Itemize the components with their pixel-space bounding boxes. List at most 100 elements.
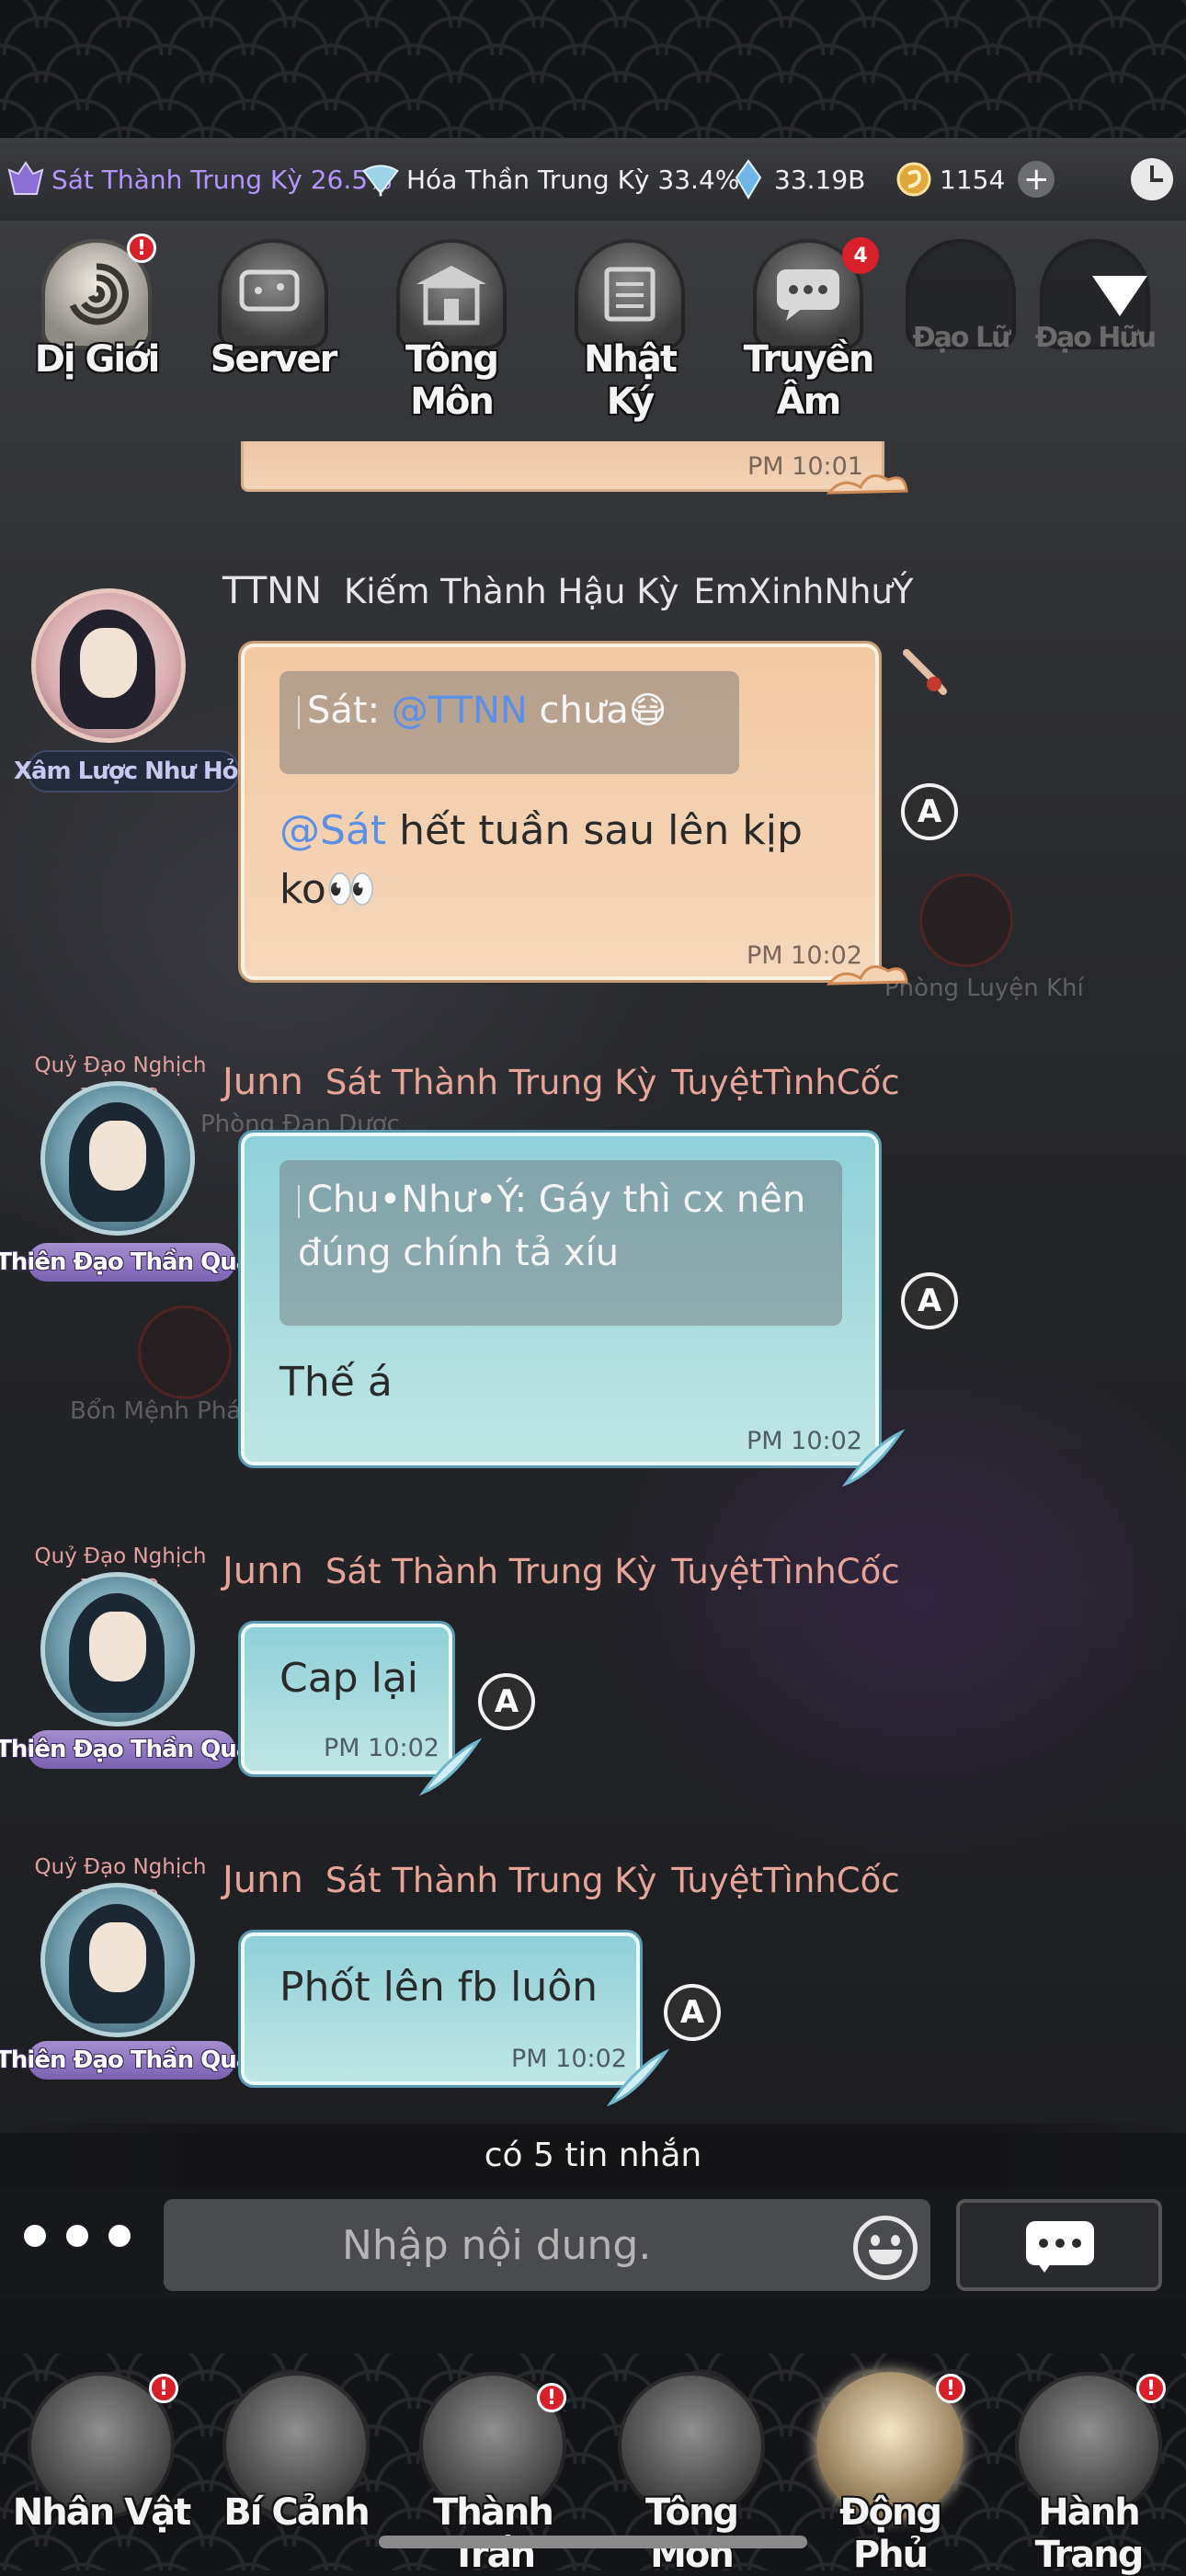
feather-ornament-icon [606, 2048, 670, 2107]
tab-nhat-ky[interactable]: Nhật Ký [561, 230, 699, 423]
notification-dot: ! [1136, 2374, 1166, 2403]
quote-mention[interactable]: @TTNN [392, 690, 528, 732]
chat-input-bar [0, 2188, 1186, 2298]
message-bubble-partial: PM 10:01 [241, 441, 884, 492]
message-text: Phốt lên fb luôn [279, 1964, 599, 2011]
quoted-reply[interactable]: Sát: @TTNN chưa😷 [279, 671, 739, 774]
tab-label: Truyền Âm [743, 338, 875, 423]
tab-label: Đạo Lữ [912, 322, 1011, 354]
sender-line: Junn Sát Thành Trung Kỳ TuyệtTìnhCốc [222, 1859, 900, 1901]
crystal-icon [728, 159, 769, 199]
emoji-icon[interactable] [853, 2216, 918, 2280]
more-options-button[interactable] [24, 2225, 131, 2247]
nav-label: Bí Cảnh [223, 2491, 370, 2534]
crystal-currency: 33.19B [728, 156, 865, 202]
avatar[interactable] [40, 1081, 195, 1236]
message-bubble[interactable]: Chu•Như•Ý: Gáy thì cx nên đúng chính tả … [241, 1133, 879, 1465]
avatar[interactable] [31, 588, 186, 743]
expand-triangle-icon[interactable] [1092, 276, 1147, 316]
message-bubble[interactable]: Phốt lên fb luôn PM 10:02 [241, 1932, 640, 2085]
coin-currency: 1154 + [894, 156, 1055, 202]
rank-progress-1: Sát Thành Trung Kỳ 26.5% [6, 156, 393, 202]
nav-label: Thành Trấn [433, 2491, 554, 2576]
sender-line: Junn Sát Thành Trung Kỳ TuyệtTìnhCốc [222, 1061, 900, 1103]
chat-input[interactable] [164, 2199, 930, 2291]
tab-dao-lu[interactable]: Đạo Lữ [892, 230, 1030, 386]
sender-line: TTNN Kiếm Thành Hậu Kỳ EmXinhNhưÝ [222, 570, 914, 612]
sender-rank: Sát Thành Trung Kỳ [325, 1063, 657, 1102]
feather-ornament-icon [841, 1429, 906, 1487]
vip-a-badge: A [901, 1272, 958, 1329]
send-button[interactable] [956, 2199, 1162, 2291]
nav-label: Động Phủ [838, 2491, 942, 2576]
sender-line: Junn Sát Thành Trung Kỳ TuyệtTìnhCốc [222, 1550, 900, 1592]
vip-a-badge: A [901, 783, 958, 840]
quote-bar [298, 696, 300, 729]
rank-progress-2-text: Hóa Thần Trung Kỳ 33.4% [406, 164, 740, 195]
feather-ornament-icon [418, 1738, 483, 1796]
quote-text: Chu•Như•Ý: Gáy thì cx nên đúng chính tả … [298, 1179, 806, 1274]
tab-truyen-am[interactable]: 4 Truyền Âm [739, 230, 879, 423]
home-indicator[interactable] [379, 2536, 807, 2548]
ghost-building-icon [919, 873, 1013, 967]
nav-label: Nhân Vật [12, 2491, 191, 2534]
tab-di-gioi[interactable]: ! Dị Giới [28, 230, 165, 386]
ghost-label-phong-luyen-khi: Phòng Luyện Khí [884, 975, 1084, 1002]
send-chat-icon [1026, 2221, 1094, 2273]
coin-amount: 1154 [940, 164, 1006, 195]
avatar[interactable] [40, 1572, 195, 1727]
sender-name[interactable]: Junn [222, 1859, 303, 1901]
tab-label: Server [210, 338, 338, 381]
tab-tong-mon[interactable]: Tông Môn [382, 230, 520, 423]
avatar-title-badge: Xâm Lược Như Hỏa [14, 750, 254, 792]
nav-bi-canh[interactable]: Bí Cảnh [204, 2363, 388, 2565]
sender-sect: EmXinhNhưÝ [693, 572, 914, 611]
avatar[interactable] [40, 1883, 195, 2037]
tab-server[interactable]: Server [204, 230, 342, 386]
clock-icon[interactable] [1131, 158, 1173, 200]
sender-sect: TuyệtTìnhCốc [671, 1861, 900, 1900]
fan-rank-icon [360, 159, 401, 199]
coin-icon [894, 159, 934, 199]
chat-bubbles-icon [218, 239, 328, 349]
temple-gate-icon [396, 239, 507, 349]
notification-dot: ! [936, 2374, 965, 2403]
nav-thanh-tran[interactable]: ! Thành Trấn [401, 2363, 585, 2576]
sender-sect: TuyệtTìnhCốc [671, 1063, 900, 1102]
unread-count-badge: 4 [842, 237, 879, 274]
sender-name[interactable]: TTNN [222, 570, 322, 612]
gourd-ornament-icon [903, 649, 947, 695]
nav-hanh-trang[interactable]: ! Hành Trang [997, 2363, 1180, 2576]
resource-status-bar: Sát Thành Trung Kỳ 26.5% Hóa Thần Trung … [0, 138, 1186, 221]
nav-tong-mon[interactable]: Tông Môn [599, 2363, 783, 2576]
sender-rank: Kiếm Thành Hậu Kỳ [344, 572, 679, 611]
ghost-label-ban-menh-phap: Bổn Mệnh Pháp [70, 1397, 257, 1425]
top-decoration [0, 0, 1186, 138]
nav-label: Hành Trang [1034, 2491, 1145, 2576]
message-text: @Sát hết tuần sau lên kịp ko👀 [279, 802, 831, 919]
message-bubble[interactable]: Sát: @TTNN chưa😷 @Sát hết tuần sau lên k… [241, 644, 879, 980]
add-coin-button[interactable]: + [1018, 161, 1055, 198]
rank-progress-2: Hóa Thần Trung Kỳ 33.4% [360, 156, 739, 202]
sender-sect: TuyệtTìnhCốc [671, 1552, 900, 1591]
notification-dot: ! [149, 2374, 178, 2403]
quoted-reply[interactable]: Chu•Như•Ý: Gáy thì cx nên đúng chính tả … [279, 1160, 842, 1326]
demon-rank-icon [6, 159, 46, 199]
scroll-icon [575, 239, 685, 349]
channel-tabs: ! Dị Giới Server Tông Môn Nhật Ký 4 Truy… [0, 221, 1186, 423]
sender-rank: Sát Thành Trung Kỳ [325, 1861, 657, 1900]
crystal-amount: 33.19B [774, 164, 866, 195]
mention[interactable]: @Sát [279, 807, 386, 854]
nav-nhan-vat[interactable]: ! Nhân Vật [9, 2363, 193, 2565]
cloud-ornament-icon [826, 965, 908, 986]
sender-name[interactable]: Junn [222, 1550, 303, 1592]
vip-a-badge: A [478, 1673, 535, 1730]
nav-dong-phu[interactable]: ! Động Phủ [798, 2363, 982, 2576]
message-text: Cap lại [279, 1655, 419, 1702]
message-text: Thế á [279, 1359, 393, 1406]
sender-name[interactable]: Junn [222, 1061, 303, 1103]
rank-progress-1-text: Sát Thành Trung Kỳ 26.5% [51, 164, 393, 195]
quote-text: chưa😷 [527, 690, 667, 732]
tab-label: Đạo Hữu [1034, 322, 1157, 354]
nav-label: Tông Môn [644, 2491, 739, 2576]
